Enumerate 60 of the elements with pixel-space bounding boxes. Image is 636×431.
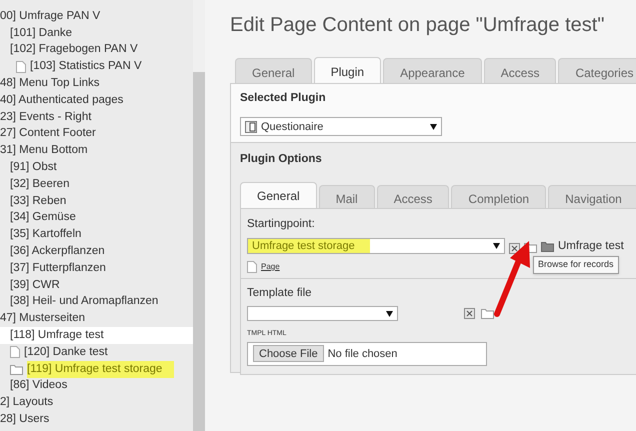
dropdown-caret-icon [386,310,393,317]
tree-item[interactable]: [32] Beeren [0,176,193,193]
tab[interactable]: Mail [318,184,375,208]
tree-item[interactable]: [91] Obst [0,159,193,176]
tree-item[interactable]: [37] Futterpflanzen [0,260,193,277]
tree-item[interactable]: [102] Fragebogen PAN V [0,42,193,58]
tab[interactable]: General [240,182,317,208]
folder-icon [541,240,554,252]
tree-item[interactable]: 47] Musterseiten [0,310,193,328]
page-icon [10,346,20,358]
tree-item[interactable]: 2] Layouts [0,394,193,412]
tooltip: Browse for records [533,256,619,274]
tree-item[interactable]: [39] CWR [0,276,193,294]
field-label: Startingpoint: [247,216,316,232]
tree-item[interactable]: [103] Statistics PAN V [0,58,193,76]
tab[interactable]: General [235,58,312,83]
startingpoint-select[interactable]: Umfrage test storage [247,238,505,254]
folder-icon [10,364,23,375]
tab[interactable]: Appearance [383,58,482,83]
record-title: Umfrage test [558,238,624,254]
clear-icon[interactable] [509,242,520,254]
tree-item[interactable]: [86] Videos [0,378,193,394]
file-status: No file chosen [328,346,398,362]
tree-item[interactable]: [38] Heil- und Aromapflanzen [0,294,193,310]
tree-item[interactable]: 27] Content Footer [0,126,193,142]
dropdown-caret-icon [430,124,437,130]
plugin-select[interactable]: Questionaire [240,117,442,136]
page-icon [247,261,257,273]
tree-item[interactable]: [36] Ackerpflanzen [0,243,193,260]
page-link[interactable]: Page [261,261,280,273]
clear-icon[interactable] [464,308,475,320]
tab[interactable]: Access [376,184,450,208]
section-heading: Plugin Options [240,152,323,168]
tree-item[interactable]: [34] Gemüse [0,210,193,226]
tree-item[interactable]: 00] Umfrage PAN V [0,8,193,25]
tree-item[interactable]: [33] Reben [0,192,193,210]
tree-item[interactable]: [101] Danke [0,24,193,42]
file-input[interactable]: Choose File No file chosen [247,342,487,366]
tree-item[interactable]: [118] Umfrage test [0,327,193,344]
tree-item[interactable]: 23] Events - Right [0,108,193,126]
tab[interactable]: Completion [451,184,546,208]
folder-icon [481,308,494,320]
tree-item[interactable]: [35] Kartoffeln [0,226,193,244]
tab[interactable]: Categories [558,58,636,83]
page-icon [16,60,26,73]
choose-file-button[interactable]: Choose File [253,345,324,362]
scrollbar-thumb[interactable] [193,72,205,431]
tree-item[interactable]: [120] Danke test [0,344,193,361]
plugin-icon [245,120,257,133]
tab[interactable]: Access [484,58,556,83]
dropdown-caret-icon [493,243,500,250]
tree-item[interactable]: 48] Menu Top Links [0,75,193,92]
tree-item[interactable]: 31] Menu Bottom [0,142,193,160]
section-heading: Selected Plugin [240,91,327,106]
tab[interactable]: Plugin [314,57,382,83]
tab[interactable]: Navigation [548,184,636,208]
tree-item[interactable]: 28] Users [0,411,193,428]
tree-item[interactable]: 40] Authenticated pages [0,92,193,109]
field-label: Template file [247,286,313,301]
page-title: Edit Page Content on page "Umfrage test" [230,13,606,38]
